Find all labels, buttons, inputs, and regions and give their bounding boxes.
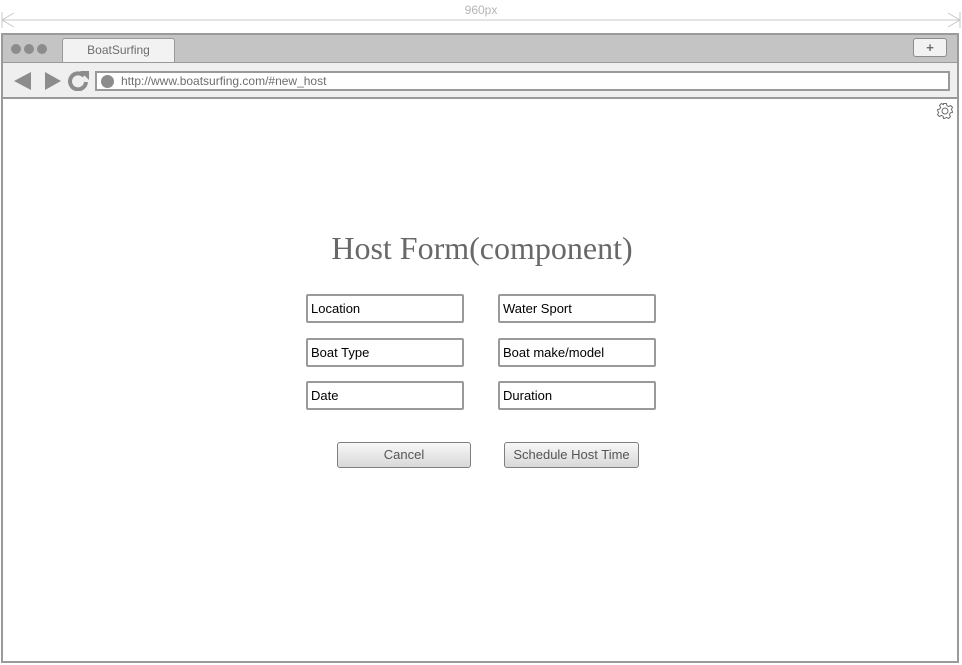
location-field[interactable]: Location [306,294,464,323]
tab-bar: BoatSurfing + [3,35,957,63]
boat-type-field[interactable]: Boat Type [306,338,464,367]
cancel-button[interactable]: Cancel [337,442,471,468]
width-label: 960px [464,3,498,17]
schedule-host-time-button[interactable]: Schedule Host Time [504,442,639,468]
boat-make-model-field[interactable]: Boat make/model [498,338,656,367]
date-field[interactable]: Date [306,381,464,410]
new-tab-button[interactable]: + [913,38,947,57]
window-control-dot[interactable] [24,44,34,54]
form-title: Host Form(component) [331,230,633,266]
window-control-dot[interactable] [11,44,21,54]
back-arrow-icon[interactable] [13,71,33,91]
navigation-bar: http://www.boatsurfing.com/#new_host [3,63,957,99]
url-text: http://www.boatsurfing.com/#new_host [121,74,327,88]
browser-window: BoatSurfing + http://www.boatsurfing.com… [1,33,959,663]
site-info-icon [101,75,114,88]
browser-tab[interactable]: BoatSurfing [62,38,175,62]
forward-arrow-icon[interactable] [43,71,63,91]
width-annotation: 960px [0,0,962,30]
window-control-dot[interactable] [37,44,47,54]
duration-field[interactable]: Duration [498,381,656,410]
reload-icon[interactable] [68,69,90,91]
water-sport-field[interactable]: Water Sport [498,294,656,323]
address-bar[interactable]: http://www.boatsurfing.com/#new_host [95,71,950,91]
gear-icon[interactable] [936,102,954,120]
